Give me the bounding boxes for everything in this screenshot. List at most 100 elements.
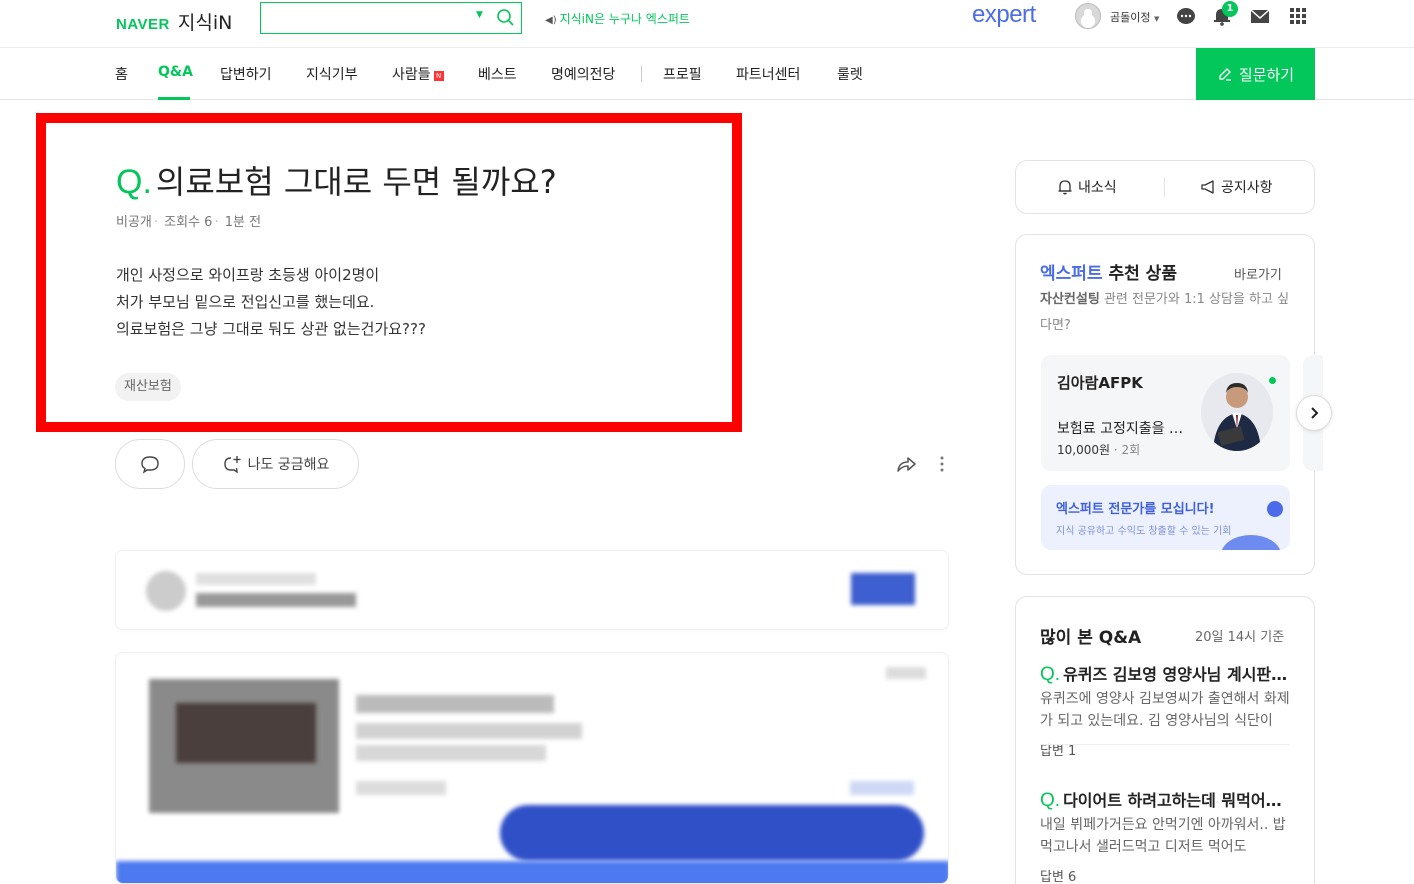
- speaker-icon: ◀): [545, 15, 557, 26]
- main-nav: 홈 Q&A 답변하기 지식기부 사람들 N 베스트 명예의전당 프로필 파트너센터…: [0, 48, 1414, 100]
- user-menu[interactable]: 곰돌이정 ▼: [1110, 9, 1159, 25]
- recruit-decoration: [1221, 535, 1281, 550]
- kin-logo[interactable]: 지식iN: [178, 8, 232, 35]
- question-body: 개인 사정으로 와이프랑 초등생 아이2명이 처가 부모님 밑으로 전입신고를 …: [116, 262, 426, 343]
- grid-menu-icon[interactable]: [1288, 6, 1308, 26]
- username: 곰돌이정: [1110, 11, 1151, 24]
- expert-portrait-icon: [1213, 383, 1261, 451]
- search-icon[interactable]: [495, 7, 515, 27]
- comment-button[interactable]: [115, 439, 185, 489]
- expert-shortcut-link[interactable]: 바로가기: [1234, 264, 1282, 283]
- nav-home[interactable]: 홈: [115, 64, 128, 84]
- naver-logo[interactable]: NAVER: [116, 16, 170, 33]
- megaphone-icon: [1201, 180, 1214, 194]
- popular-question-body: 유퀴즈에 영양사 김보영씨가 출연해서 화제가 되고 있는데요. 김 영양사님의…: [1040, 691, 1290, 729]
- popular-answer-count: 답변 1: [1040, 744, 1077, 759]
- curious-icon: [223, 456, 241, 474]
- carousel-next-button[interactable]: [1296, 395, 1332, 431]
- expert-price: 10,000원 · 2회: [1057, 443, 1141, 457]
- active-tab-indicator: [158, 97, 190, 100]
- question-title-text: 의료보험 그대로 두면 될까요?: [155, 163, 557, 201]
- recruit-title: 엑스퍼트 전문가를 모십니다!: [1056, 502, 1215, 517]
- expert-recruit-banner[interactable]: 엑스퍼트 전문가를 모십니다! 지식 공유하고 수익도 창출할 수 있는 기회: [1041, 485, 1290, 550]
- question-meta: 비공개 · 조회수 6 · 1분 전: [116, 215, 262, 230]
- nav-people[interactable]: 사람들 N: [392, 64, 444, 84]
- share-icon[interactable]: [895, 453, 917, 475]
- new-badge: N: [433, 71, 444, 81]
- nav-hall-of-fame[interactable]: 명예의전당: [551, 64, 615, 84]
- header-notice-link[interactable]: ◀) 지식iN은 누구나 엑스퍼트: [545, 10, 690, 27]
- popular-question-title: Q. 유퀴즈 김보영 영양사님 계시판 식단: [1040, 661, 1290, 685]
- chevron-down-icon: ▼: [1153, 15, 1160, 23]
- top-bar: NAVER 지식iN ▼ ◀) 지식iN은 누구나 엑스퍼트 expert 곰돌이…: [0, 0, 1414, 48]
- popular-divider: [1040, 744, 1290, 745]
- nav-best[interactable]: 베스트: [478, 64, 517, 84]
- q-mark: Q.: [116, 163, 152, 201]
- popular-qna-time: 20일 14시 기준: [1195, 630, 1285, 645]
- user-avatar[interactable]: [1075, 3, 1101, 29]
- expert-recommend-box: 엑스퍼트 추천 상품 바로가기 자산컨설팅 관련 전문가와 1:1 상담을 하고…: [1015, 234, 1323, 575]
- question-body-line: 개인 사정으로 와이프랑 초등생 아이2명이: [116, 266, 380, 284]
- mail-icon[interactable]: [1250, 6, 1270, 26]
- popular-answer-count: 답변 6: [1040, 870, 1077, 884]
- naver-kin-logo[interactable]: NAVER 지식iN: [116, 8, 232, 35]
- nav-roulette[interactable]: 룰렛: [837, 64, 863, 84]
- q-mark: Q.: [1040, 664, 1061, 685]
- ask-question-button[interactable]: 질문하기: [1196, 48, 1315, 100]
- popular-qna-title: 많이 본 Q&A: [1040, 628, 1142, 648]
- curious-label: 나도 궁금해요: [247, 457, 330, 473]
- nav-profile[interactable]: 프로필: [663, 64, 702, 84]
- nav-donate[interactable]: 지식기부: [306, 64, 358, 84]
- question-body-line: 처가 부모님 밑으로 전입신고를 했는데요.: [116, 293, 375, 311]
- question-author: 비공개: [116, 215, 152, 230]
- question-time: 1분 전: [224, 215, 262, 230]
- popular-question-body: 내일 뷔페가거든요 안먹기엔 아까워서.. 밥 먹고나서 샐러드먹고 디저트 먹…: [1040, 817, 1286, 855]
- blurred-ad-card: [115, 652, 949, 884]
- search-box: ▼: [260, 2, 522, 34]
- chevron-right-icon: [1311, 407, 1319, 419]
- popular-question-title: Q.다이어트 하려고하는데 뭐먹어야 할까요: [1040, 787, 1290, 811]
- ask-question-label: 질문하기: [1238, 66, 1295, 84]
- expert-product-card[interactable]: 김아람AFPK 보험료 고정지출을 줄이는 방법 10,000원 · 2회: [1041, 355, 1290, 471]
- pencil-icon: [1219, 68, 1231, 81]
- expert-box-subtitle: 자산컨설팅 관련 전문가와 1:1 상담을 하고 싶다면?: [1040, 287, 1296, 339]
- expert-name: 김아람AFPK: [1057, 374, 1143, 392]
- popular-qna-box: 많이 본 Q&A 20일 14시 기준 Q. 유퀴즈 김보영 영양사님 계시판 식…: [1015, 596, 1315, 884]
- popular-question-text: 유퀴즈 김보영 영양사님 계시판 식단: [1063, 665, 1290, 684]
- search-dropdown-icon[interactable]: ▼: [476, 10, 483, 20]
- nav-partner-center[interactable]: 파트너센터: [736, 64, 800, 84]
- talk-icon[interactable]: [1176, 6, 1196, 26]
- question-views: 조회수 6: [164, 215, 213, 230]
- recruit-subtitle: 지식 공유하고 수익도 창출할 수 있는 기회: [1056, 526, 1232, 537]
- nav-answer[interactable]: 답변하기: [220, 64, 272, 84]
- header-notice-text: 지식iN은 누구나 엑스퍼트: [559, 12, 690, 26]
- popular-question-text: 다이어트 하려고하는데 뭐먹어야 할까요: [1063, 791, 1290, 810]
- nav-qna[interactable]: Q&A: [158, 64, 193, 80]
- expert-title-rest: 추천 상품: [1108, 264, 1177, 284]
- sidebar-tabs: 내소식 공지사항: [1015, 160, 1315, 214]
- blurred-answer-header: [115, 550, 949, 630]
- expert-logo[interactable]: expert: [972, 1, 1036, 29]
- question-title: Q. 의료보험 그대로 두면 될까요?: [116, 157, 557, 203]
- nav-divider: [641, 66, 642, 82]
- tab-notice[interactable]: 공지사항: [1200, 177, 1273, 197]
- popular-qna-item[interactable]: Q.다이어트 하려고하는데 뭐먹어야 할까요 내일 뷔페가거든요 안먹기엔 아까…: [1040, 787, 1290, 884]
- alarm-count-badge: 1: [1222, 1, 1238, 17]
- tab-divider: [1164, 177, 1165, 197]
- question-body-line: 의료보험은 그냥 그대로 둬도 상관 없는건가요???: [116, 320, 426, 338]
- expert-price-value: 10,000원: [1057, 443, 1111, 457]
- expert-subtitle-category: 자산컨설팅: [1040, 292, 1100, 307]
- q-mark: Q.: [1040, 790, 1061, 811]
- search-input[interactable]: [267, 4, 467, 32]
- curious-button[interactable]: 나도 궁금해요: [192, 439, 359, 489]
- expert-photo: [1201, 373, 1273, 451]
- tab-notice-label: 공지사항: [1221, 180, 1273, 196]
- tab-my-news[interactable]: 내소식: [1057, 177, 1117, 197]
- expert-box-title: 엑스퍼트 추천 상품: [1040, 259, 1177, 284]
- recruit-decoration: [1267, 501, 1283, 517]
- online-status-dot: [1269, 377, 1276, 384]
- tab-my-news-label: 내소식: [1078, 180, 1117, 196]
- question-tag[interactable]: 재산보험: [115, 373, 181, 401]
- more-options-icon[interactable]: [934, 455, 950, 473]
- bell-icon: [1058, 180, 1072, 195]
